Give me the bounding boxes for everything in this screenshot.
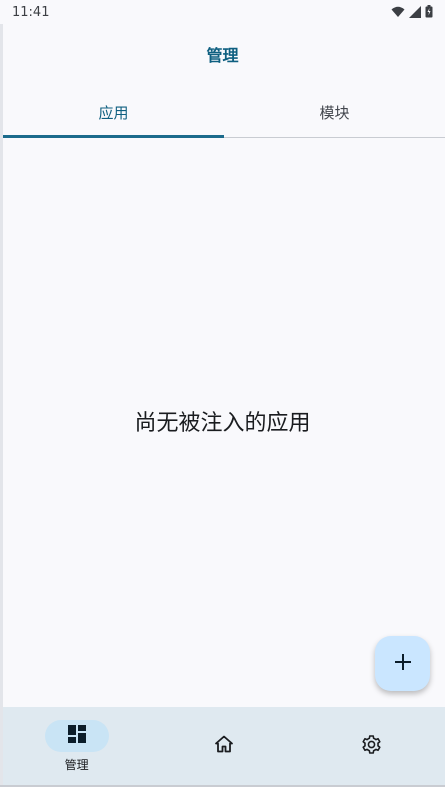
nav-home-indicator — [192, 730, 256, 762]
app-screen: 11:41 管理 应用 模块 尚无被注入的应用 管理 — [0, 0, 445, 787]
nav-active-indicator — [44, 719, 109, 752]
add-button[interactable] — [375, 636, 430, 691]
status-time: 11:41 — [12, 4, 50, 20]
tab-modules[interactable]: 模块 — [224, 88, 445, 137]
empty-state-message: 尚无被注入的应用 — [134, 411, 311, 436]
tab-apps[interactable]: 应用 — [3, 88, 224, 138]
home-icon — [214, 734, 234, 758]
nav-item-manage[interactable]: 管理 — [3, 707, 150, 785]
nav-settings-indicator — [339, 730, 403, 762]
battery-charging-icon — [425, 3, 433, 22]
nav-item-settings[interactable] — [298, 707, 445, 785]
add-icon — [394, 653, 412, 675]
tab-bar: 应用 模块 — [3, 88, 445, 138]
cellular-signal-icon — [409, 3, 421, 22]
page-title: 管理 — [206, 46, 239, 65]
status-icons — [391, 3, 433, 22]
settings-icon — [361, 734, 382, 759]
nav-item-manage-label: 管理 — [64, 757, 89, 772]
nav-item-home[interactable] — [150, 707, 297, 785]
wifi-icon — [391, 3, 405, 22]
tab-apps-label: 应用 — [98, 104, 129, 122]
tab-modules-label: 模块 — [319, 104, 350, 122]
top-app-bar: 管理 — [0, 24, 445, 84]
dashboard-icon — [67, 724, 87, 748]
bottom-navigation: 管理 — [3, 707, 445, 785]
status-bar: 11:41 — [0, 0, 445, 24]
